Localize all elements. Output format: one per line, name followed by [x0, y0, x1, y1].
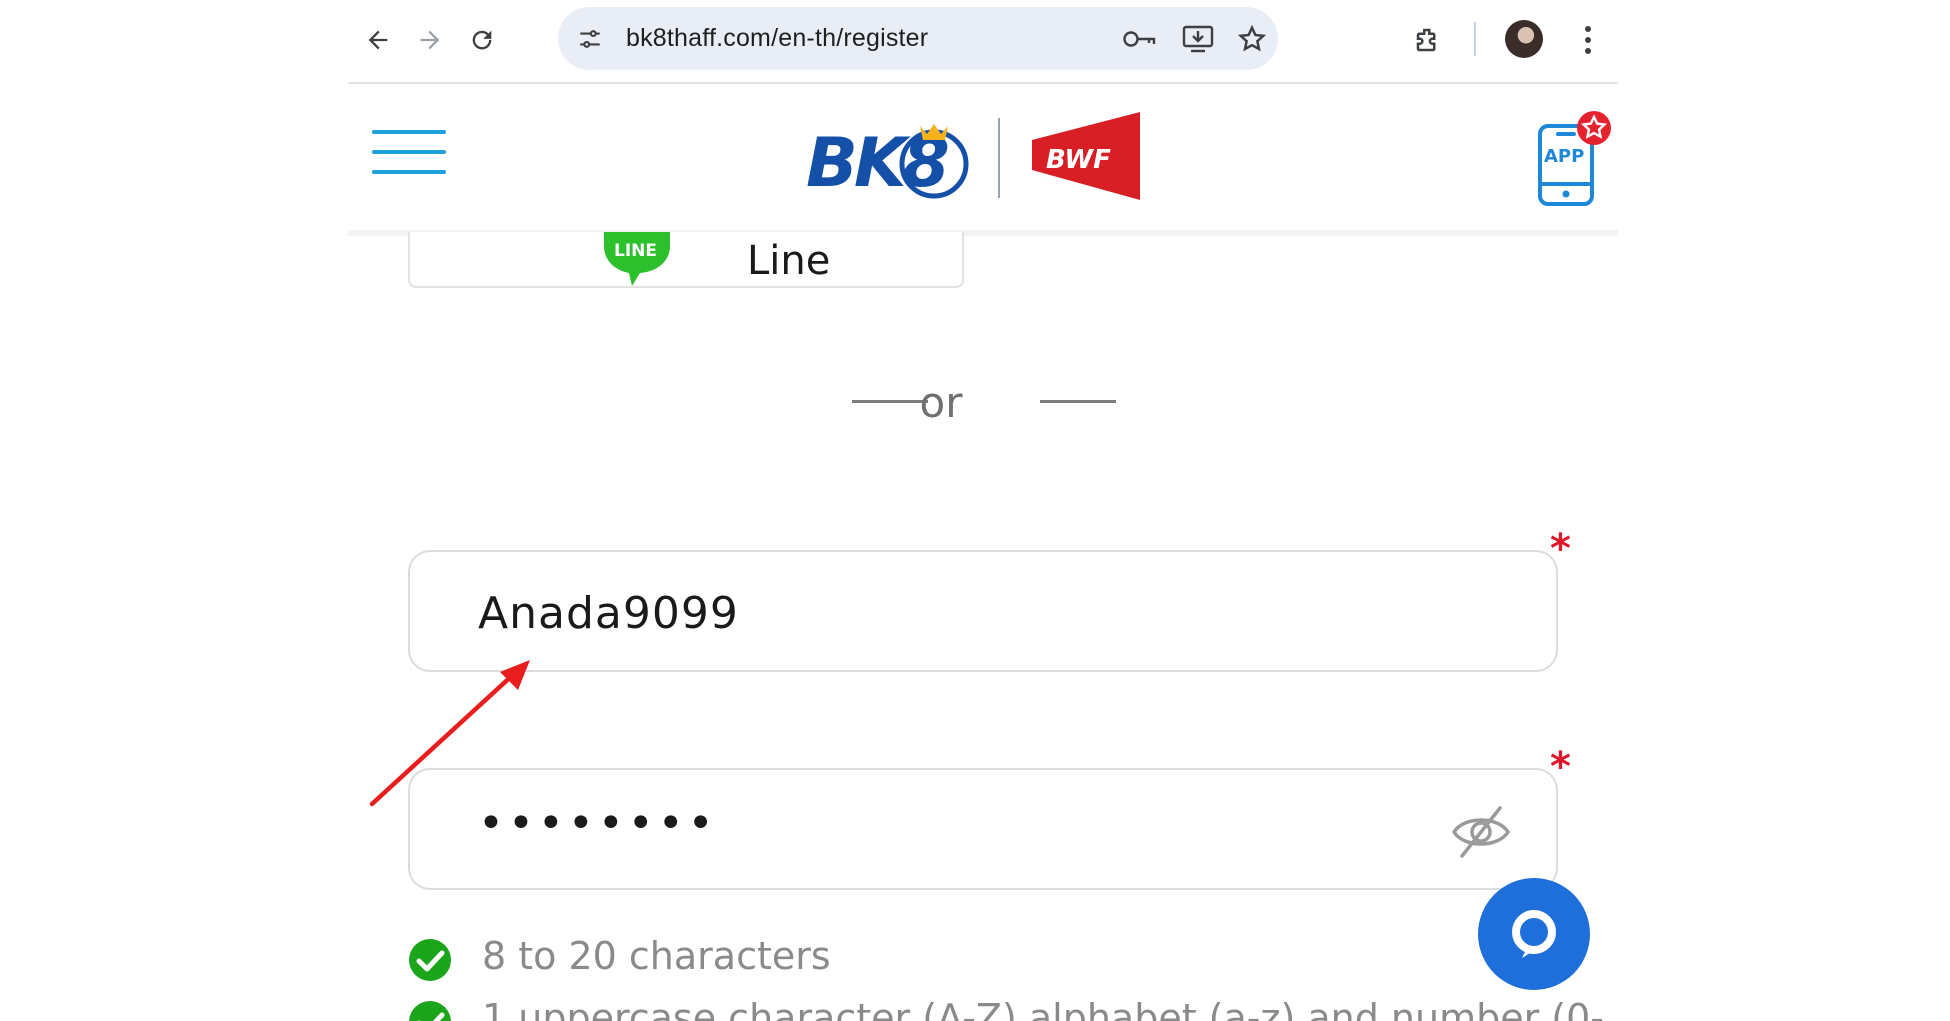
- password-input[interactable]: ••••••••: [408, 768, 1558, 890]
- hamburger-menu-icon[interactable]: [372, 130, 448, 178]
- check-circle-icon: [408, 938, 452, 982]
- bwf-logo[interactable]: BWF: [1032, 112, 1142, 200]
- chat-icon: [1512, 910, 1556, 958]
- site-settings-icon[interactable]: [572, 21, 608, 57]
- rule-characters-text: 1 uppercase character (A-Z) alphabet (a-…: [482, 996, 1605, 1021]
- address-bar[interactable]: bk8thaff.com/en-th/register: [558, 7, 1278, 70]
- svg-text:LINE: LINE: [614, 241, 657, 261]
- more-menu-icon[interactable]: [1573, 18, 1603, 62]
- star-icon[interactable]: [1232, 21, 1272, 57]
- install-app-icon[interactable]: [1178, 21, 1218, 57]
- url-text[interactable]: bk8thaff.com/en-th/register: [626, 24, 928, 53]
- line-logo-icon: LINE: [602, 232, 672, 288]
- toolbar-separator: [1474, 22, 1476, 56]
- svg-text:BWF: BWF: [1046, 145, 1111, 175]
- site-header: BK8 BWF APP: [348, 84, 1618, 236]
- username-input[interactable]: Anada9099: [408, 550, 1558, 672]
- password-masked-value[interactable]: ••••••••: [478, 798, 718, 849]
- password-key-icon[interactable]: [1120, 21, 1160, 57]
- forward-icon[interactable]: [408, 18, 452, 62]
- app-download-icon[interactable]: APP: [1536, 110, 1612, 206]
- back-icon[interactable]: [356, 18, 400, 62]
- browser-toolbar: bk8thaff.com/en-th/register: [348, 0, 1618, 84]
- browser-window: bk8thaff.com/en-th/register BK8 BWF APP …: [348, 0, 1618, 1021]
- chat-button[interactable]: [1478, 878, 1590, 990]
- rule-length-text: 8 to 20 characters: [482, 934, 831, 978]
- line-login-button[interactable]: LINE Line: [408, 232, 964, 288]
- reload-icon[interactable]: [460, 18, 504, 62]
- check-circle-icon: [408, 1000, 452, 1021]
- svg-text:APP: APP: [1544, 146, 1584, 167]
- extensions-icon[interactable]: [1406, 18, 1450, 62]
- username-value[interactable]: Anada9099: [478, 588, 739, 639]
- or-separator-text: or: [919, 378, 963, 427]
- logo-divider: [998, 118, 1000, 198]
- bk8-logo[interactable]: BK8: [806, 114, 976, 203]
- or-divider-right: [1040, 400, 1116, 403]
- profile-avatar[interactable]: [1505, 20, 1543, 58]
- line-button-label: Line: [747, 238, 831, 284]
- eye-off-icon[interactable]: [1450, 804, 1512, 860]
